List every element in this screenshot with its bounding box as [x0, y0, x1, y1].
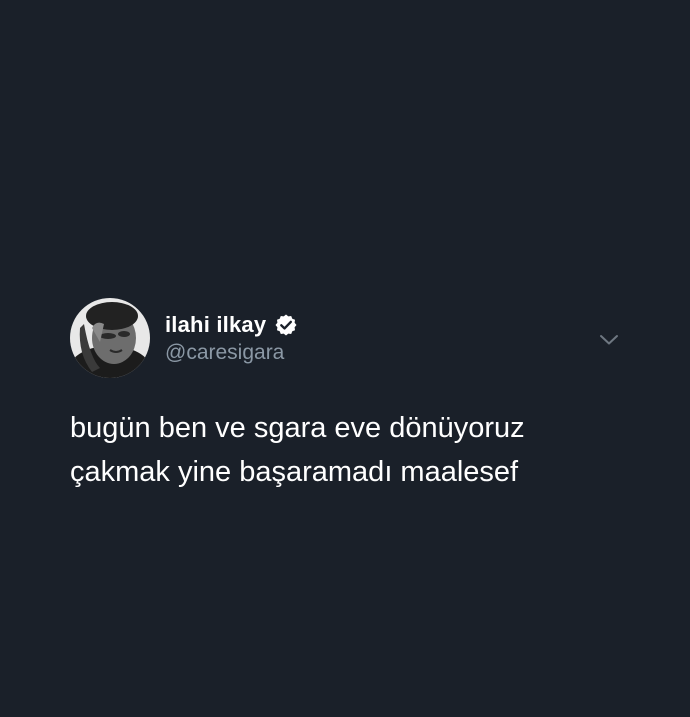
display-name[interactable]: ilahi ilkay: [165, 312, 266, 338]
tweet-text-line: çakmak yine başaramadı maalesef: [70, 456, 519, 488]
chevron-down-icon[interactable]: [597, 328, 621, 352]
verified-badge-icon: [274, 313, 298, 337]
avatar[interactable]: [70, 298, 150, 378]
tweet-card: ilahi ilkay @caresigara bugün ben ve sga…: [0, 0, 690, 717]
tweet-text: bugün ben ve sgara eve dönüyoruz çakmak …: [70, 406, 650, 494]
user-handle[interactable]: @caresigara: [165, 341, 284, 365]
profile-photo-icon: [70, 298, 150, 378]
tweet-text-line: bugün ben ve sgara eve dönüyoruz: [70, 412, 525, 444]
author-row: ilahi ilkay: [165, 310, 298, 340]
